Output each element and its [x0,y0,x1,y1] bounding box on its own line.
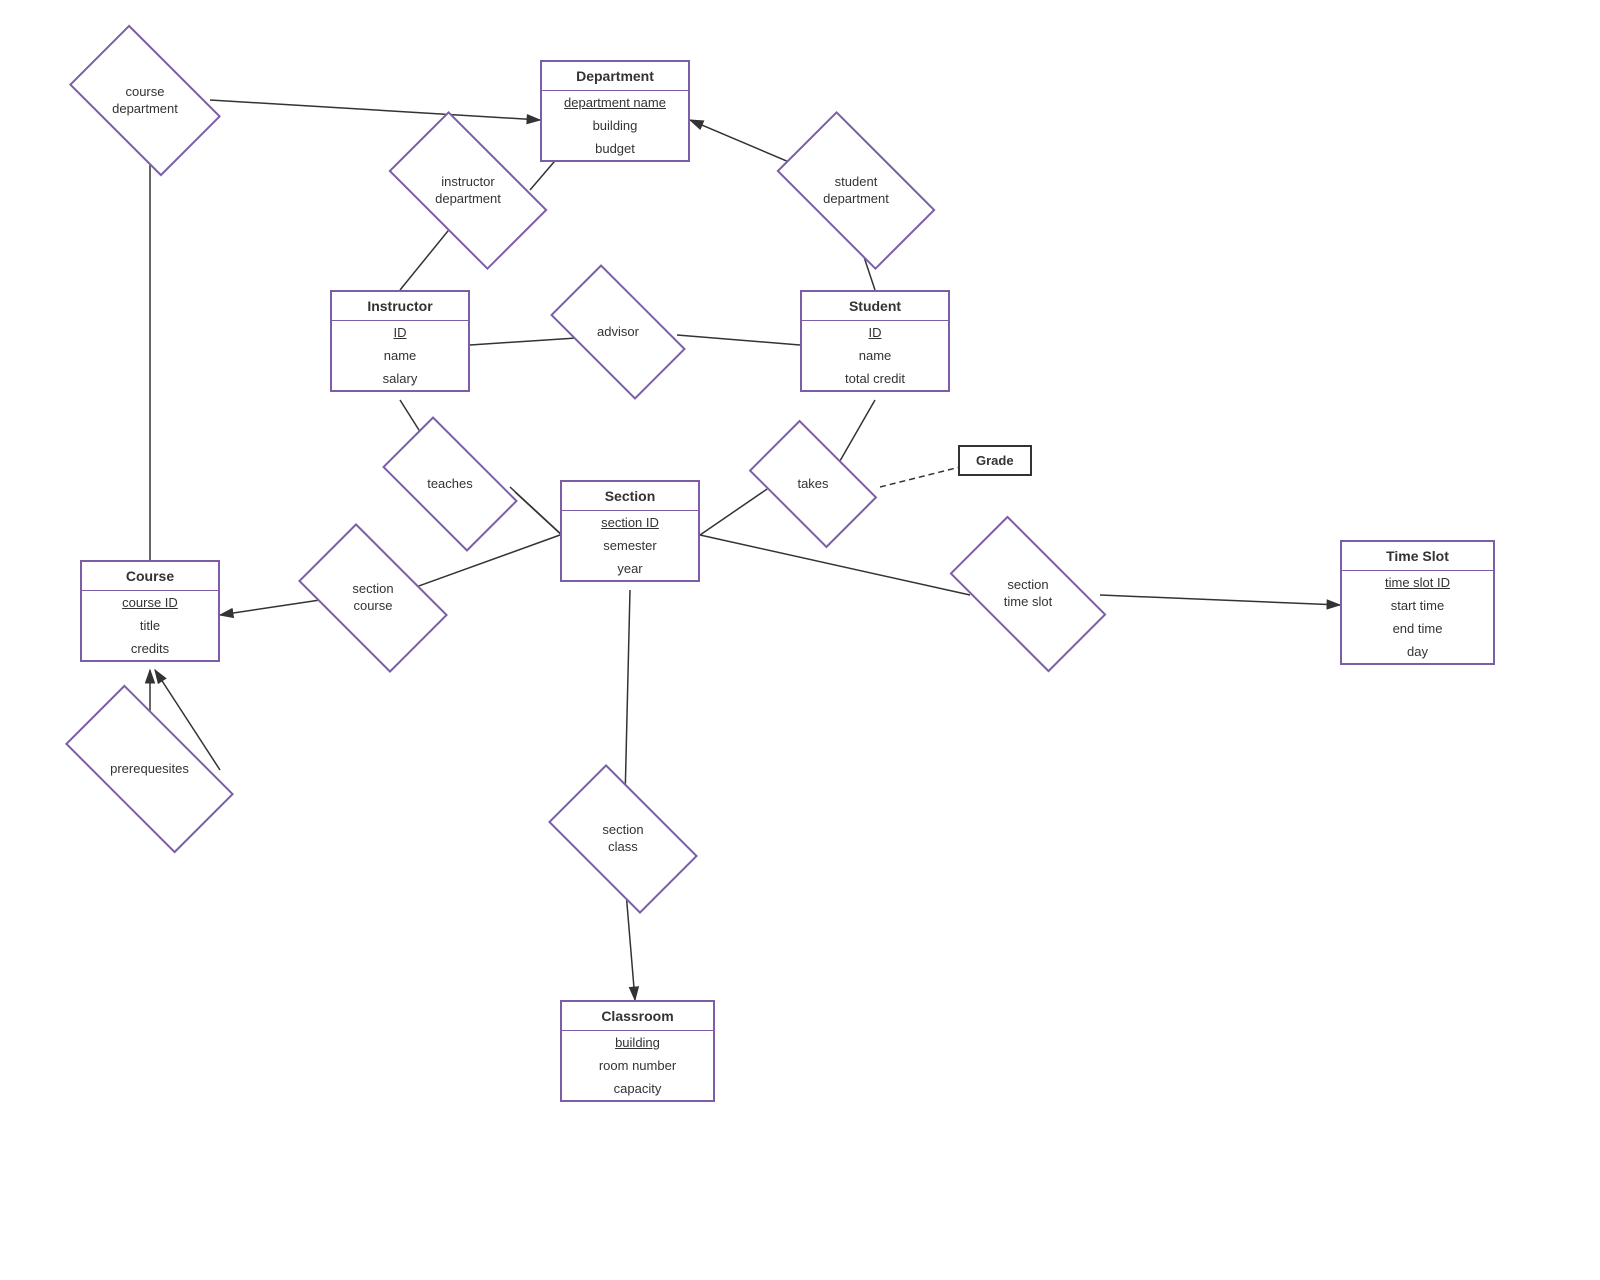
entity-student-title: Student [802,292,948,321]
attr-section-year: year [562,557,698,580]
diamond-advisor: advisor [558,296,678,368]
diamond-takes-label: takes [797,476,828,493]
attr-timeslot-id: time slot ID [1342,571,1493,594]
attr-classroom-capacity: capacity [562,1077,713,1100]
attr-course-title: title [82,614,218,637]
diamond-section-timeslot-label: sectiontime slot [1004,577,1052,611]
diamond-prerequesites: prerequesites [72,727,227,811]
attr-timeslot-day: day [1342,640,1493,663]
attr-section-id: section ID [562,511,698,534]
attr-student-id: ID [802,321,948,344]
entity-classroom-title: Classroom [562,1002,713,1031]
diamond-takes: takes [758,448,868,520]
attr-section-semester: semester [562,534,698,557]
diamond-student-department: studentdepartment [786,148,926,233]
entity-department: Department department name building budg… [540,60,690,162]
diamond-teaches: teaches [390,448,510,520]
attr-student-name: name [802,344,948,367]
grade-label: Grade [976,453,1014,468]
attr-student-totalcredit: total credit [802,367,948,390]
diamond-course-department-label: coursedepartment [112,84,178,118]
diamond-course-department: coursedepartment [80,58,210,143]
attr-department-building: building [542,114,688,137]
entity-department-title: Department [542,62,688,91]
attr-instructor-salary: salary [332,367,468,390]
attr-instructor-id: ID [332,321,468,344]
attr-classroom-building: building [562,1031,713,1054]
entity-timeslot: Time Slot time slot ID start time end ti… [1340,540,1495,665]
attr-course-id: course ID [82,591,218,614]
diamond-teaches-label: teaches [427,476,473,493]
attr-timeslot-start: start time [1342,594,1493,617]
er-diagram: Department department name building budg… [0,0,1600,1280]
grade-box: Grade [958,445,1032,476]
entity-student: Student ID name total credit [800,290,950,392]
diamond-section-class-label: sectionclass [602,822,643,856]
attr-department-name: department name [542,91,688,114]
entity-instructor: Instructor ID name salary [330,290,470,392]
attr-department-budget: budget [542,137,688,160]
entity-timeslot-title: Time Slot [1342,542,1493,571]
diamond-prerequesites-label: prerequesites [110,761,189,778]
entity-instructor-title: Instructor [332,292,468,321]
diamond-advisor-label: advisor [597,324,639,341]
entity-section: Section section ID semester year [560,480,700,582]
diamond-section-class: sectionclass [558,798,688,880]
entity-course: Course course ID title credits [80,560,220,662]
attr-course-credits: credits [82,637,218,660]
entity-classroom: Classroom building room number capacity [560,1000,715,1102]
attr-classroom-roomnumber: room number [562,1054,713,1077]
attr-instructor-name: name [332,344,468,367]
entity-course-title: Course [82,562,218,591]
diamond-section-course-label: sectioncourse [352,581,393,615]
entity-section-title: Section [562,482,698,511]
diamond-instructor-department-label: instructordepartment [435,174,501,208]
diamond-section-timeslot: sectiontime slot [958,553,1098,635]
diamond-instructor-department: instructordepartment [398,148,538,233]
diamond-section-course: sectioncourse [308,557,438,639]
attr-timeslot-end: end time [1342,617,1493,640]
diamond-student-department-label: studentdepartment [823,174,889,208]
